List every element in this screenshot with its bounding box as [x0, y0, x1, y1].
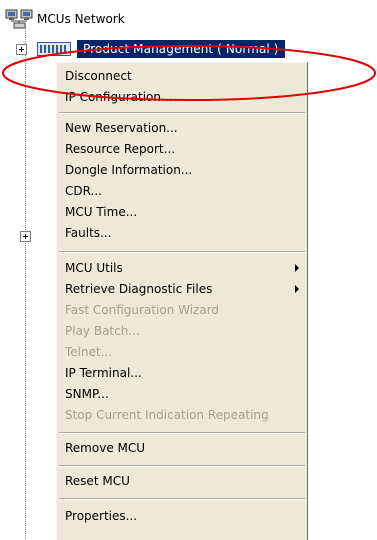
menu-separator [59, 498, 305, 500]
menu-item-label: MCU Utils [65, 261, 123, 275]
menu-item-ip-terminal[interactable]: IP Terminal... [65, 364, 301, 382]
selected-mcu-node-label[interactable]: Product Management ( Normal ) [77, 40, 285, 58]
menu-item-reset-mcu[interactable]: Reset MCU [65, 472, 301, 490]
expand-icon[interactable] [20, 231, 31, 242]
menu-item-fast-configuration-wizard: Fast Configuration Wizard [65, 303, 220, 317]
submenu-arrow-icon [295, 285, 299, 293]
network-icon [5, 9, 33, 29]
menu-item-snmp[interactable]: SNMP... [65, 385, 301, 403]
menu-item-label: Retrieve Diagnostic Files [65, 282, 213, 296]
menu-item-dongle-information[interactable]: Dongle Information... [65, 161, 301, 179]
menu-item-ip-configuration[interactable]: IP Configuration... [65, 88, 301, 106]
menu-item-telnet: Telnet... [65, 345, 113, 359]
menu-item-remove-mcu[interactable]: Remove MCU [65, 439, 301, 457]
tree-connector-line [25, 27, 26, 540]
menu-separator [59, 465, 305, 467]
menu-separator [59, 251, 305, 253]
menu-item-faults[interactable]: Faults... [65, 224, 301, 242]
menu-item-properties[interactable]: Properties... [65, 507, 301, 525]
menu-item-play-batch: Play Batch... [65, 324, 140, 338]
menu-item-disconnect[interactable]: Disconnect [65, 67, 301, 85]
tree-root-label: MCUs Network [37, 12, 125, 26]
submenu-arrow-icon [295, 264, 299, 272]
menu-item-mcu-time[interactable]: MCU Time... [65, 203, 301, 221]
menu-item-mcu-utils[interactable]: MCU Utils [65, 259, 301, 277]
menu-separator [59, 432, 305, 434]
expand-icon[interactable] [16, 43, 27, 55]
tree-root-node[interactable]: MCUs Network [5, 9, 125, 29]
menu-item-cdr[interactable]: CDR... [65, 182, 301, 200]
menu-item-resource-report[interactable]: Resource Report... [65, 140, 301, 158]
menu-item-new-reservation[interactable]: New Reservation... [65, 119, 301, 137]
menu-separator [59, 112, 305, 114]
menu-item-stop-current-indication-repeating: Stop Current Indication Repeating [65, 408, 269, 422]
context-menu: Disconnect IP Configuration... New Reser… [56, 62, 308, 540]
mcu-device-icon [37, 42, 71, 56]
menu-item-retrieve-diagnostic-files[interactable]: Retrieve Diagnostic Files [65, 280, 301, 298]
tree-node-product-management[interactable]: Product Management ( Normal ) [16, 40, 285, 58]
screenshot-page: MCUs Network Product Management ( Normal… [0, 0, 377, 540]
